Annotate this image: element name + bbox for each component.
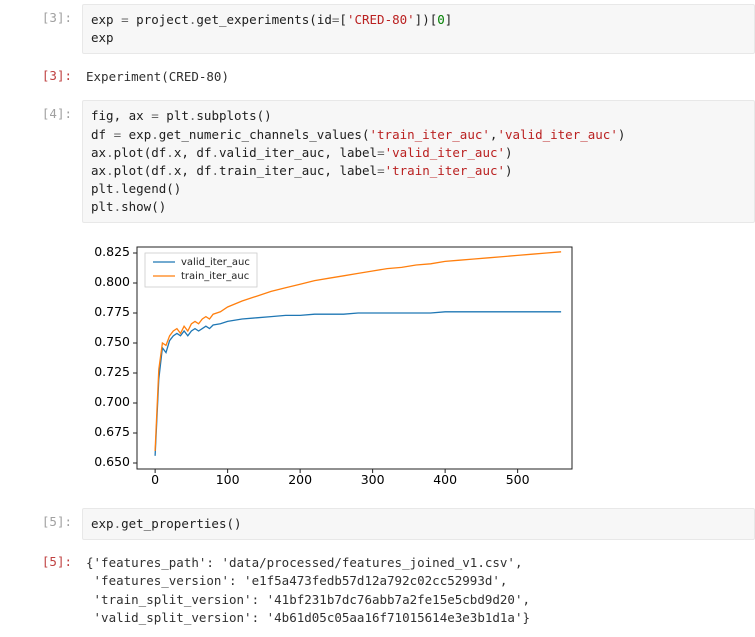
svg-text:0.800: 0.800 <box>94 274 130 289</box>
output-3: Experiment(CRED-80) <box>82 62 755 92</box>
in-prompt-4: [4]: <box>0 100 82 121</box>
svg-text:0.650: 0.650 <box>94 454 130 469</box>
legend-entry-train_iter_auc: train_iter_auc <box>181 271 249 282</box>
svg-text:0.675: 0.675 <box>94 424 130 439</box>
code-4: fig, ax = plt.subplots() df = exp.get_nu… <box>91 107 746 216</box>
svg-text:0.775: 0.775 <box>94 304 130 319</box>
code-5: exp.get_properties() <box>91 515 746 533</box>
svg-text:300: 300 <box>361 472 385 487</box>
svg-text:0.700: 0.700 <box>94 394 130 409</box>
svg-text:0.725: 0.725 <box>94 364 130 379</box>
svg-text:200: 200 <box>288 472 312 487</box>
output-3-text: Experiment(CRED-80) <box>86 68 755 86</box>
output-5: {'features_path': 'data/processed/featur… <box>82 548 755 633</box>
code-cell-5: [5]: exp.get_properties() <box>0 504 755 544</box>
code-input-3[interactable]: exp = project.get_experiments(id=['CRED-… <box>82 4 755 54</box>
in-prompt-5: [5]: <box>0 508 82 529</box>
line-chart: 0.650 0.675 0.700 0.725 0.750 0.775 0.800 0.825… <box>82 237 582 497</box>
out-prompt-5: [5]: <box>0 548 82 569</box>
code-input-4[interactable]: fig, ax = plt.subplots() df = exp.get_nu… <box>82 100 755 223</box>
svg-text:0: 0 <box>151 472 159 487</box>
output-cell-4: 0.650 0.675 0.700 0.725 0.750 0.775 0.800 0.825… <box>0 227 755 504</box>
out-prompt-4 <box>0 231 82 237</box>
out-prompt-3: [3]: <box>0 62 82 83</box>
legend-entry-valid_iter_auc: valid_iter_auc <box>181 257 250 268</box>
code-3: exp = project.get_experiments(id=['CRED-… <box>91 11 746 47</box>
code-cell-3: [3]: exp = project.get_experiments(id=['… <box>0 0 755 58</box>
output-5-text: {'features_path': 'data/processed/featur… <box>86 554 755 627</box>
svg-text:0.825: 0.825 <box>94 244 130 259</box>
svg-text:100: 100 <box>216 472 240 487</box>
code-input-5[interactable]: exp.get_properties() <box>82 508 755 540</box>
code-cell-4: [4]: fig, ax = plt.subplots() df = exp.g… <box>0 96 755 227</box>
svg-text:400: 400 <box>433 472 457 487</box>
svg-text:500: 500 <box>506 472 530 487</box>
in-prompt-3: [3]: <box>0 4 82 25</box>
series-valid_iter_auc <box>155 312 561 456</box>
svg-text:0.750: 0.750 <box>94 334 130 349</box>
output-cell-3: [3]: Experiment(CRED-80) <box>0 58 755 96</box>
output-cell-5: [5]: {'features_path': 'data/processed/f… <box>0 544 755 637</box>
